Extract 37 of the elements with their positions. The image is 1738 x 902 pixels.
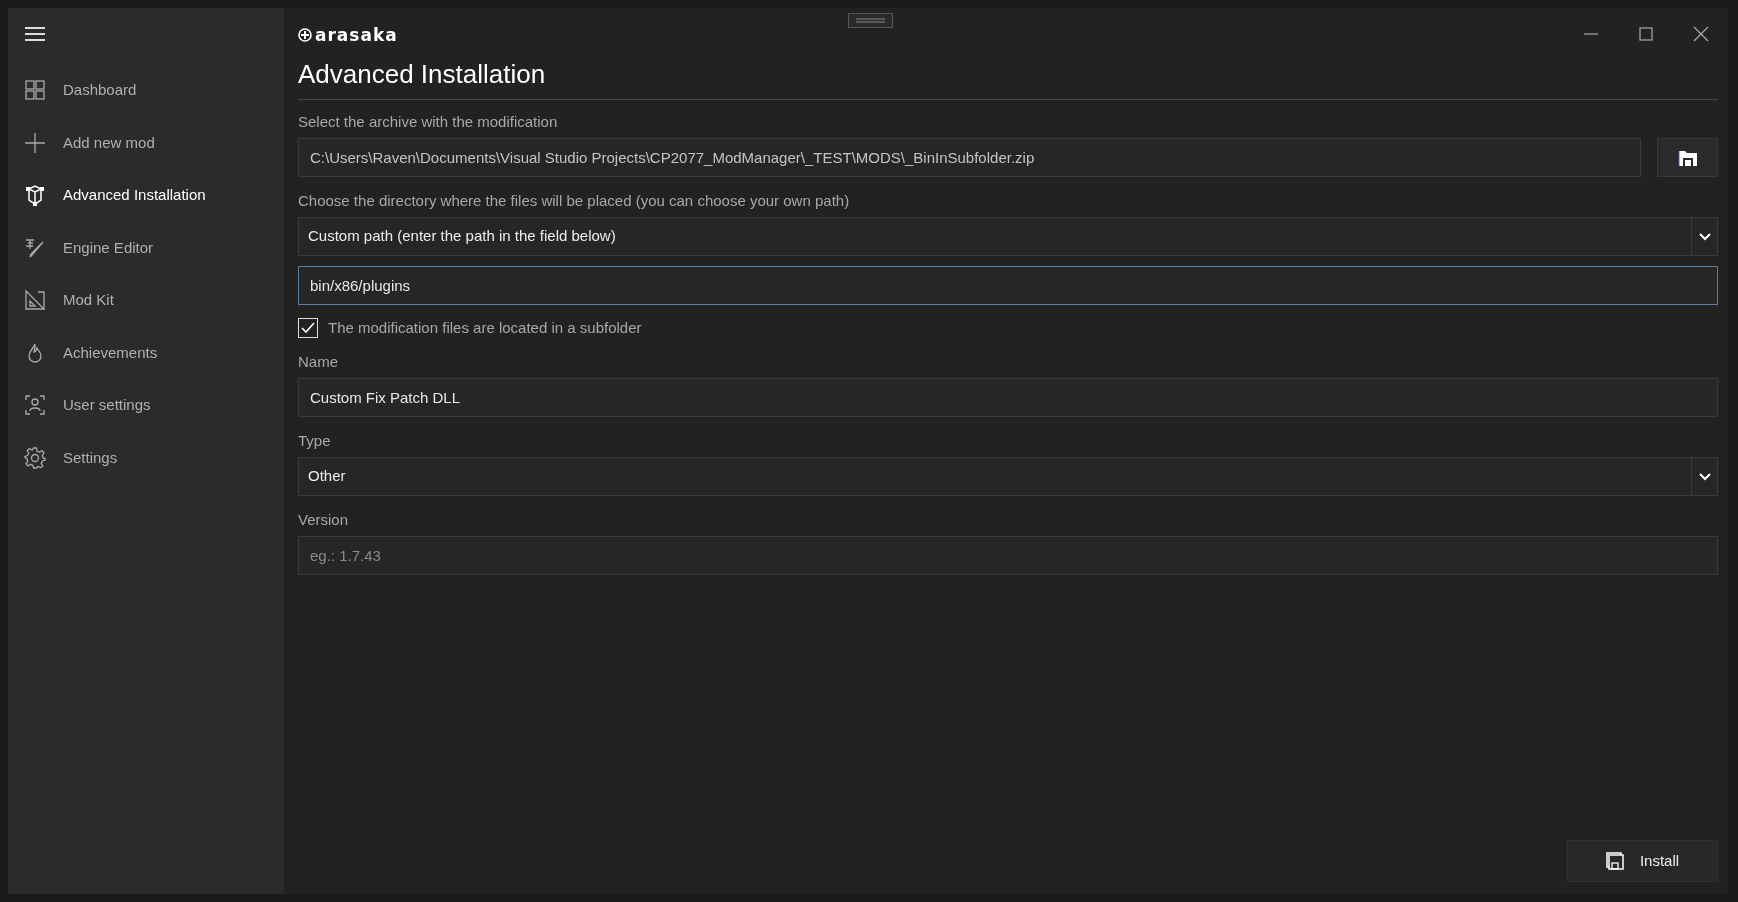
sidebar-item[interactable]: Add new mod (8, 116, 284, 169)
logo: arasaka (298, 25, 398, 45)
field-label: Choose the directory where the files will be placed (you can choose your own path) (298, 191, 850, 211)
dropdown[interactable]: Other (298, 457, 1718, 496)
input-field[interactable]: eg.: 1.7.43 (298, 536, 1718, 575)
ruler-icon (24, 289, 46, 312)
field-label: Type (298, 431, 331, 451)
sidebar-item[interactable]: Dashboard (8, 64, 284, 117)
folder-icon (1677, 148, 1698, 167)
gear-icon (24, 446, 46, 469)
input-field[interactable]: bin/x86/plugins (298, 266, 1718, 305)
user-icon (24, 394, 46, 417)
dropdown[interactable]: Custom path (enter the path in the field below) (298, 217, 1718, 256)
field-label: Name (298, 352, 338, 372)
input-field[interactable]: Custom Fix Patch DLL (298, 378, 1718, 417)
plus-icon (24, 131, 46, 154)
field-label: Version (298, 510, 349, 530)
sidebar-item[interactable]: Settings (8, 431, 284, 484)
sidebar-item[interactable]: Mod Kit (8, 274, 284, 327)
page-title: Advanced Installation (298, 58, 546, 91)
field-label: Select the archive with the modification (298, 112, 558, 132)
browse-button[interactable] (1657, 138, 1718, 177)
pen-icon (24, 236, 46, 259)
sidebar-item[interactable]: User settings (8, 379, 284, 432)
sidebar-item[interactable]: Achievements (8, 326, 284, 379)
chevron-down-icon (1698, 472, 1711, 481)
checkbox-label: The modification files are located in a subfolder (328, 317, 642, 338)
floppy-icon (1605, 852, 1624, 870)
dashboard-icon (24, 79, 46, 102)
checkbox[interactable] (298, 318, 318, 338)
file-path-field[interactable]: C:\Users\Raven\Documents\Visual Studio Projects\CP2077_ModManager\_TEST\MODS\_BinInSubfolder.zip (298, 138, 1641, 177)
menu-icon[interactable] (25, 26, 45, 42)
chevron-down-icon (1698, 232, 1711, 241)
install-button[interactable]: Install (1567, 840, 1718, 882)
sidebar-item[interactable]: Engine Editor (8, 221, 284, 274)
cube-icon (24, 184, 46, 207)
sidebar-item[interactable]: Advanced Installation (8, 169, 284, 222)
